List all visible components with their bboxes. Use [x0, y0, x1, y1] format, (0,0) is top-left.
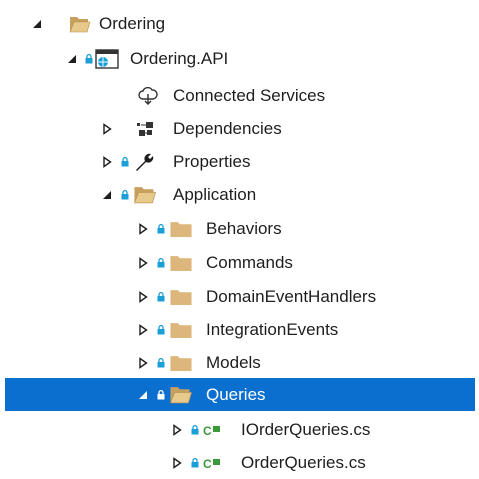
csharp-file-icon: C [203, 446, 227, 479]
dependencies-icon [135, 112, 155, 145]
triangle-collapsed-icon[interactable] [135, 313, 151, 346]
tree-item-domaineventhandlers[interactable]: DomainEventHandlers [5, 280, 475, 313]
tree-item-label: Ordering.API [130, 49, 229, 68]
folder-icon [169, 246, 193, 279]
triangle-collapsed-icon[interactable] [135, 246, 151, 279]
tree-item-label: Queries [206, 385, 266, 404]
lock-icon [157, 313, 165, 346]
tree-item-properties[interactable]: Properties [5, 145, 475, 178]
lock-icon [121, 145, 129, 178]
tree-item-integrationevents[interactable]: IntegrationEvents [5, 313, 475, 346]
tree-item-behaviors[interactable]: Behaviors [5, 212, 475, 245]
csharp-file-icon: C [203, 413, 227, 446]
tree-item-label: Commands [206, 253, 293, 272]
tree-item-label: Models [206, 353, 261, 372]
tree-item-connected-services[interactable]: Connected Services [5, 79, 475, 112]
tree-item-label: DomainEventHandlers [206, 287, 377, 306]
tree-item-dependencies[interactable]: Dependencies [5, 112, 475, 145]
folder-icon [169, 346, 193, 379]
open-folder-icon [133, 178, 157, 211]
triangle-collapsed-icon[interactable] [169, 413, 185, 446]
tree-item-commands[interactable]: Commands [5, 246, 475, 279]
tree-item-orderqueries[interactable]: C OrderQueries.cs [5, 446, 475, 479]
tree-item-label: IntegrationEvents [206, 320, 339, 339]
tree-item-label: Ordering [99, 14, 166, 33]
tree-item-label: Dependencies [173, 119, 282, 138]
tree-item-label: IOrderQueries.cs [241, 420, 371, 439]
lock-icon [121, 178, 129, 211]
lock-icon [191, 413, 199, 446]
connected-services-icon [138, 79, 158, 112]
triangle-expanded-icon[interactable] [135, 378, 151, 411]
lock-icon [85, 42, 93, 75]
triangle-collapsed-icon[interactable] [99, 145, 115, 178]
wrench-icon [133, 145, 155, 178]
tree-item-label: Properties [173, 152, 251, 171]
lock-icon [157, 280, 165, 313]
folder-icon [169, 280, 193, 313]
lock-icon [157, 246, 165, 279]
triangle-collapsed-icon[interactable] [99, 112, 115, 145]
triangle-expanded-icon[interactable] [29, 7, 45, 40]
tree-item-label: Application [173, 185, 257, 204]
lock-icon [157, 346, 165, 379]
tree-item-label: Behaviors [206, 219, 282, 238]
open-folder-icon [169, 378, 193, 411]
tree-item-label: Connected Services [173, 86, 326, 105]
tree-item-ordering[interactable]: Ordering [5, 7, 475, 40]
tree-item-application[interactable]: Application [5, 178, 475, 211]
lock-icon [157, 378, 165, 411]
web-project-icon [95, 42, 119, 75]
triangle-collapsed-icon[interactable] [169, 446, 185, 479]
tree-item-label: OrderQueries.cs [241, 453, 366, 472]
triangle-expanded-icon[interactable] [99, 178, 115, 211]
solution-explorer-tree: Ordering Ordering.API Connected Services [5, 0, 475, 478]
triangle-collapsed-icon[interactable] [135, 346, 151, 379]
lock-icon [191, 446, 199, 479]
tree-item-iorderqueries[interactable]: C IOrderQueries.cs [5, 413, 475, 446]
svg-text:C: C [203, 457, 212, 470]
tree-item-ordering-api[interactable]: Ordering.API [5, 42, 475, 75]
triangle-collapsed-icon[interactable] [135, 212, 151, 245]
tree-item-models[interactable]: Models [5, 346, 475, 379]
folder-icon [169, 212, 193, 245]
tree-item-queries[interactable]: Queries [5, 378, 475, 411]
triangle-expanded-icon[interactable] [64, 42, 80, 75]
svg-text:C: C [203, 424, 212, 437]
lock-icon [157, 212, 165, 245]
triangle-collapsed-icon[interactable] [135, 280, 151, 313]
folder-icon [69, 7, 91, 40]
folder-icon [169, 313, 193, 346]
